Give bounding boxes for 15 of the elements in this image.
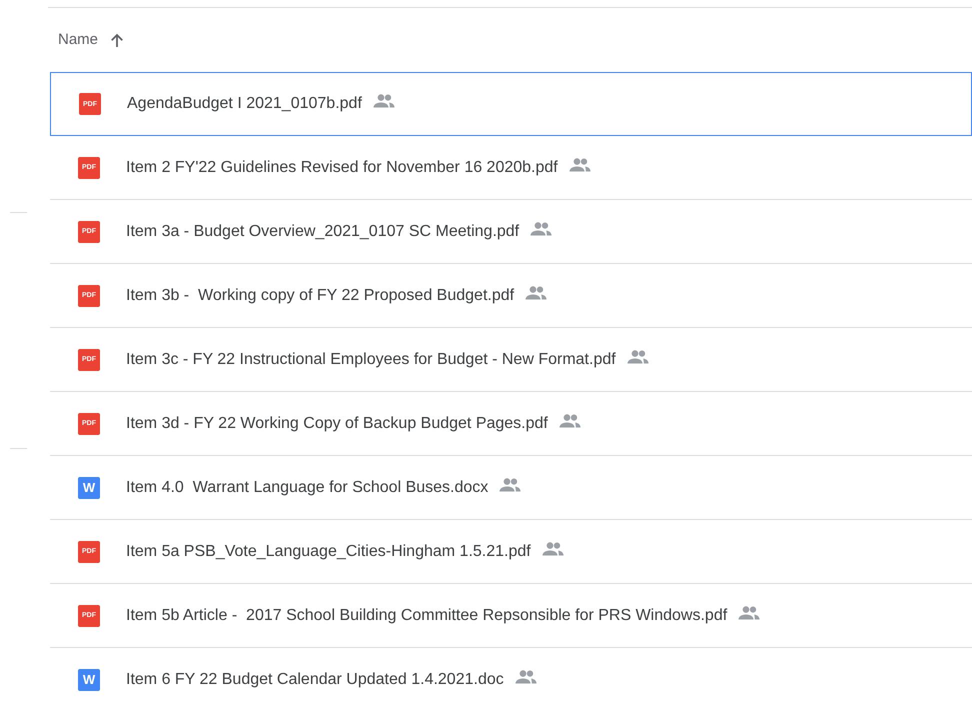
file-row[interactable]: W Item 6 FY 22 Budget Calendar Updated 1.4.2021.doc [50, 648, 972, 709]
file-name: Item 5a PSB_Vote_Language_Cities-Hingham 1.5.21.pdf [126, 542, 531, 562]
file-name: Item 4.0 Warrant Language for School Buses.docx [126, 478, 488, 498]
file-row[interactable]: W Item 4.0 Warrant Language for School Buses.docx [50, 456, 972, 520]
file-name: Item 3d - FY 22 Working Copy of Backup Budget Pages.pdf [126, 414, 548, 434]
file-name: AgendaBudget I 2021_0107b.pdf [127, 94, 362, 114]
file-name: Item 6 FY 22 Budget Calendar Updated 1.4.2021.doc [126, 670, 504, 690]
file-name: Item 3a - Budget Overview_2021_0107 SC Meeting.pdf [126, 222, 520, 242]
file-name: Item 2 FY'22 Guidelines Revised for November 16 2020b.pdf [126, 158, 558, 178]
file-name: Item 5b Article - 2017 School Building Committee Repsonsible for PRS Windows.pdf [126, 606, 728, 626]
file-name: Item 3b - Working copy of FY 22 Proposed Budget.pdf [126, 286, 514, 306]
file-name: Item 3c - FY 22 Instructional Employees for Budget - New Format.pdf [126, 350, 616, 370]
word-document-icon: W [78, 668, 100, 690]
word-document-icon: W [78, 476, 100, 498]
name-column-header[interactable]: Name [58, 29, 98, 52]
